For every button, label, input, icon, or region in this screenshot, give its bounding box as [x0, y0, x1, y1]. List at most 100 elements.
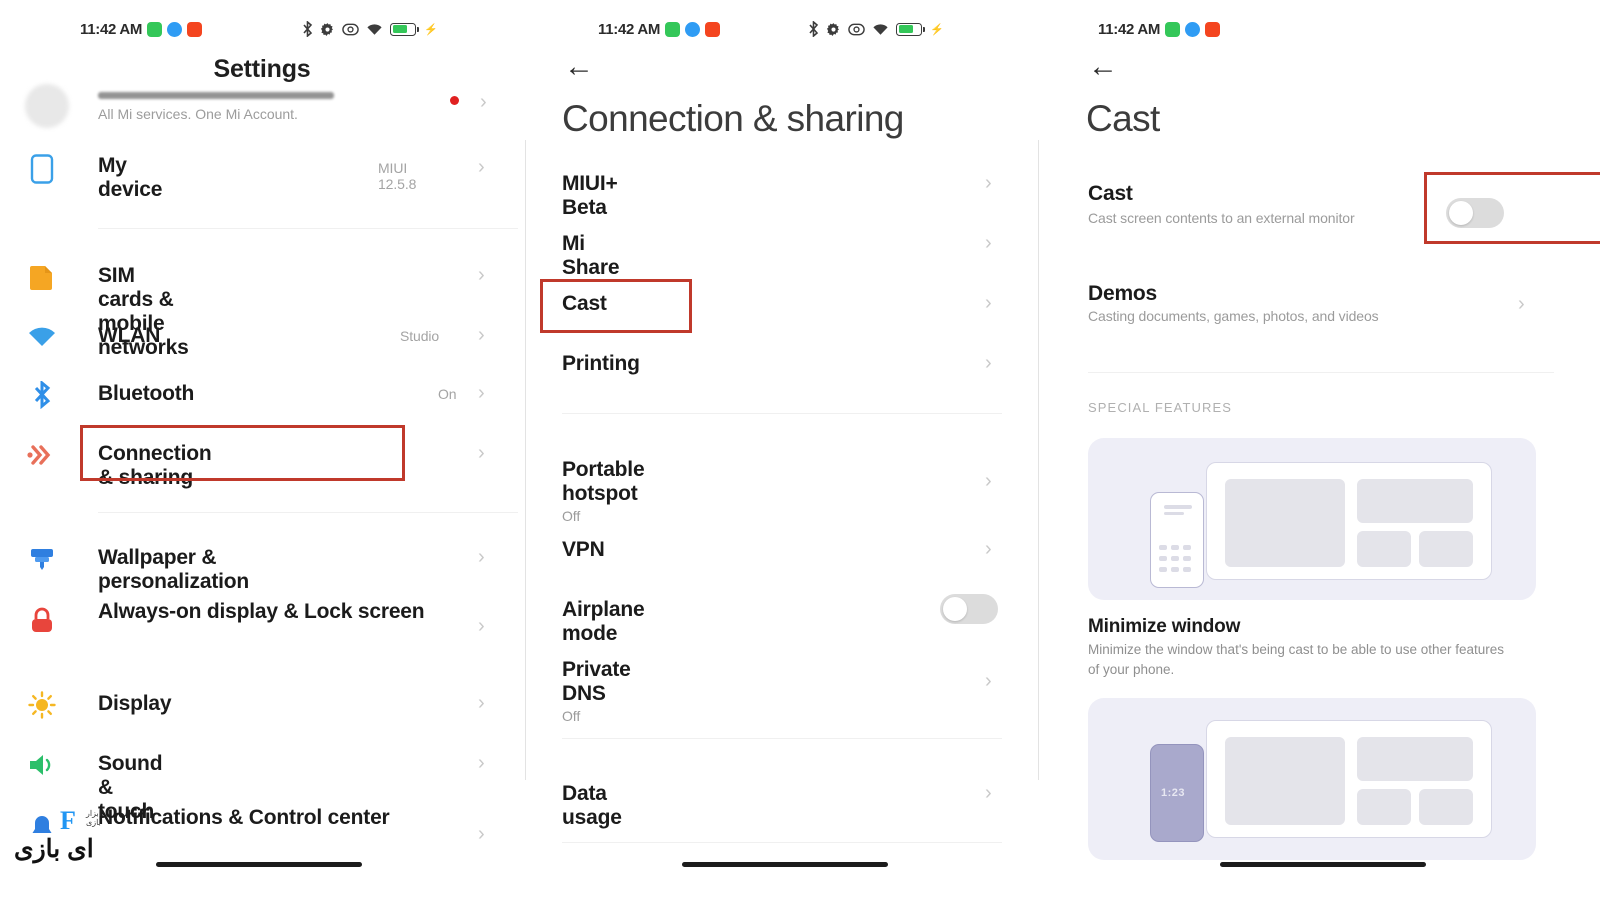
- page-title-settings: Settings: [213, 55, 311, 83]
- account-subtitle: All Mi services. One Mi Account.: [98, 106, 298, 122]
- chevron-right-icon: ›: [985, 782, 992, 804]
- tutorial-screenshot-collage: 11:42 AM ⚡ Settings All Mi services. One…: [0, 0, 1600, 900]
- charging-bolt-icon: ⚡: [930, 23, 944, 36]
- chevron-right-icon: ›: [478, 752, 485, 774]
- section-label-special-features: SPECIAL FEATURES: [1088, 400, 1233, 415]
- list-item-label: Printing: [562, 352, 640, 375]
- wifi-icon: [366, 23, 383, 36]
- phone-shape: [1150, 492, 1204, 588]
- chevron-right-icon: ›: [1518, 293, 1525, 315]
- status-bar-settings: 11:42 AM ⚡: [0, 18, 524, 40]
- sidebar-item-label: Display: [98, 692, 172, 715]
- divider: [562, 842, 1002, 843]
- feature-illustration-2: 1:23: [1088, 698, 1536, 860]
- notification-dot-red: [705, 21, 721, 37]
- divider: [98, 228, 518, 229]
- sidebar-item-label: Notifications & Control center: [98, 806, 390, 829]
- monitor-block: [1225, 479, 1345, 567]
- notification-dot-blue: [1185, 21, 1201, 37]
- list-item-sub: Off: [562, 508, 581, 524]
- account-name-blurred: [98, 92, 334, 99]
- notification-dot-blue: [167, 21, 183, 37]
- home-indicator: [682, 862, 888, 867]
- divider: [562, 413, 1002, 414]
- monitor-block: [1225, 737, 1345, 825]
- wlan-value: Studio: [400, 328, 440, 344]
- list-item-label: Portable hotspot: [562, 458, 645, 505]
- feature-title-1: Minimize window: [1088, 616, 1241, 637]
- lock-icon: [25, 604, 59, 638]
- status-badge: [450, 96, 459, 105]
- list-item-sub: Off: [562, 708, 581, 724]
- chevron-right-icon: ›: [478, 156, 485, 178]
- cast-row-label: Cast: [1088, 182, 1133, 205]
- notification-dot-red: [187, 21, 203, 37]
- back-arrow-icon[interactable]: ←: [564, 52, 594, 82]
- notification-dot-green: [1165, 21, 1181, 37]
- gear-icon: [826, 22, 841, 37]
- connection-sharing-icon: [25, 438, 59, 472]
- panel-divider-1: [525, 140, 526, 780]
- list-item-label: Airplane mode: [562, 598, 645, 645]
- chevron-right-icon: ›: [478, 615, 485, 637]
- sidebar-item-label: Always-on display & Lock screen: [98, 600, 425, 623]
- demos-row-label: Demos: [1088, 282, 1158, 305]
- wallpaper-brush-icon: [25, 542, 59, 576]
- divider: [562, 738, 1002, 739]
- bluetooth-icon: [302, 21, 313, 37]
- speaker-icon: [25, 748, 59, 782]
- chevron-right-icon: ›: [478, 324, 485, 346]
- dnd-icon: [848, 23, 865, 36]
- bluetooth-icon: [25, 378, 59, 412]
- notification-dot-green: [147, 21, 163, 37]
- chevron-right-icon: ›: [985, 470, 992, 492]
- sim-card-icon: [25, 260, 59, 294]
- list-item-label: VPN: [562, 538, 605, 561]
- demos-row-sub: Casting documents, games, photos, and vi…: [1088, 308, 1379, 324]
- page-title-cast: Cast: [1086, 98, 1160, 139]
- home-indicator: [156, 862, 362, 867]
- chevron-right-icon: ›: [985, 538, 992, 560]
- monitor-shape: [1206, 720, 1492, 838]
- back-arrow-icon[interactable]: ←: [1088, 52, 1118, 82]
- monitor-block: [1357, 789, 1411, 825]
- monitor-block: [1419, 531, 1473, 567]
- bluetooth-value: On: [438, 386, 457, 402]
- device-icon: [25, 152, 59, 186]
- sidebar-item-label: Connection & sharing: [98, 442, 212, 489]
- notification-dot-blue: [685, 21, 701, 37]
- chevron-right-icon: ›: [478, 823, 485, 845]
- chevron-right-icon: ›: [985, 670, 992, 692]
- list-item-label: Mi Share: [562, 232, 620, 279]
- feature-desc-1: Minimize the window that's being cast to…: [1088, 642, 1505, 677]
- notification-dot-green: [665, 21, 681, 37]
- dnd-icon: [342, 23, 359, 36]
- cast-row-sub: Cast screen contents to an external moni…: [1088, 210, 1355, 226]
- battery-icon: [390, 22, 420, 36]
- status-bar-clock: 11:42 AM: [1098, 20, 1161, 38]
- airplane-mode-toggle[interactable]: [940, 594, 998, 624]
- status-bar-connection: 11:42 AM ⚡: [530, 18, 1028, 40]
- status-bar-clock: 11:42 AM: [80, 20, 143, 38]
- chevron-right-icon: ›: [478, 692, 485, 714]
- monitor-block: [1419, 789, 1473, 825]
- list-item-label: Cast: [562, 292, 607, 315]
- monitor-block: [1357, 737, 1473, 781]
- home-indicator: [1220, 862, 1426, 867]
- charging-bolt-icon: ⚡: [424, 23, 438, 36]
- sidebar-item-label: Wallpaper & personalization: [98, 546, 250, 593]
- page-title-connection: Connection & sharing: [562, 98, 904, 139]
- cast-toggle[interactable]: [1446, 198, 1504, 228]
- list-item-label: MIUI+ Beta: [562, 172, 618, 219]
- monitor-block: [1357, 479, 1473, 523]
- list-item-label: Data usage: [562, 782, 622, 829]
- battery-icon: [896, 22, 926, 36]
- chevron-right-icon: ›: [985, 352, 992, 374]
- chevron-right-icon: ›: [985, 232, 992, 254]
- gear-icon: [320, 22, 335, 37]
- list-item-label: Private DNS: [562, 658, 631, 705]
- chevron-right-icon: ›: [985, 292, 992, 314]
- status-bar-clock: 11:42 AM: [598, 20, 661, 38]
- monitor-shape: [1206, 462, 1492, 580]
- panel-divider-2: [1038, 140, 1039, 780]
